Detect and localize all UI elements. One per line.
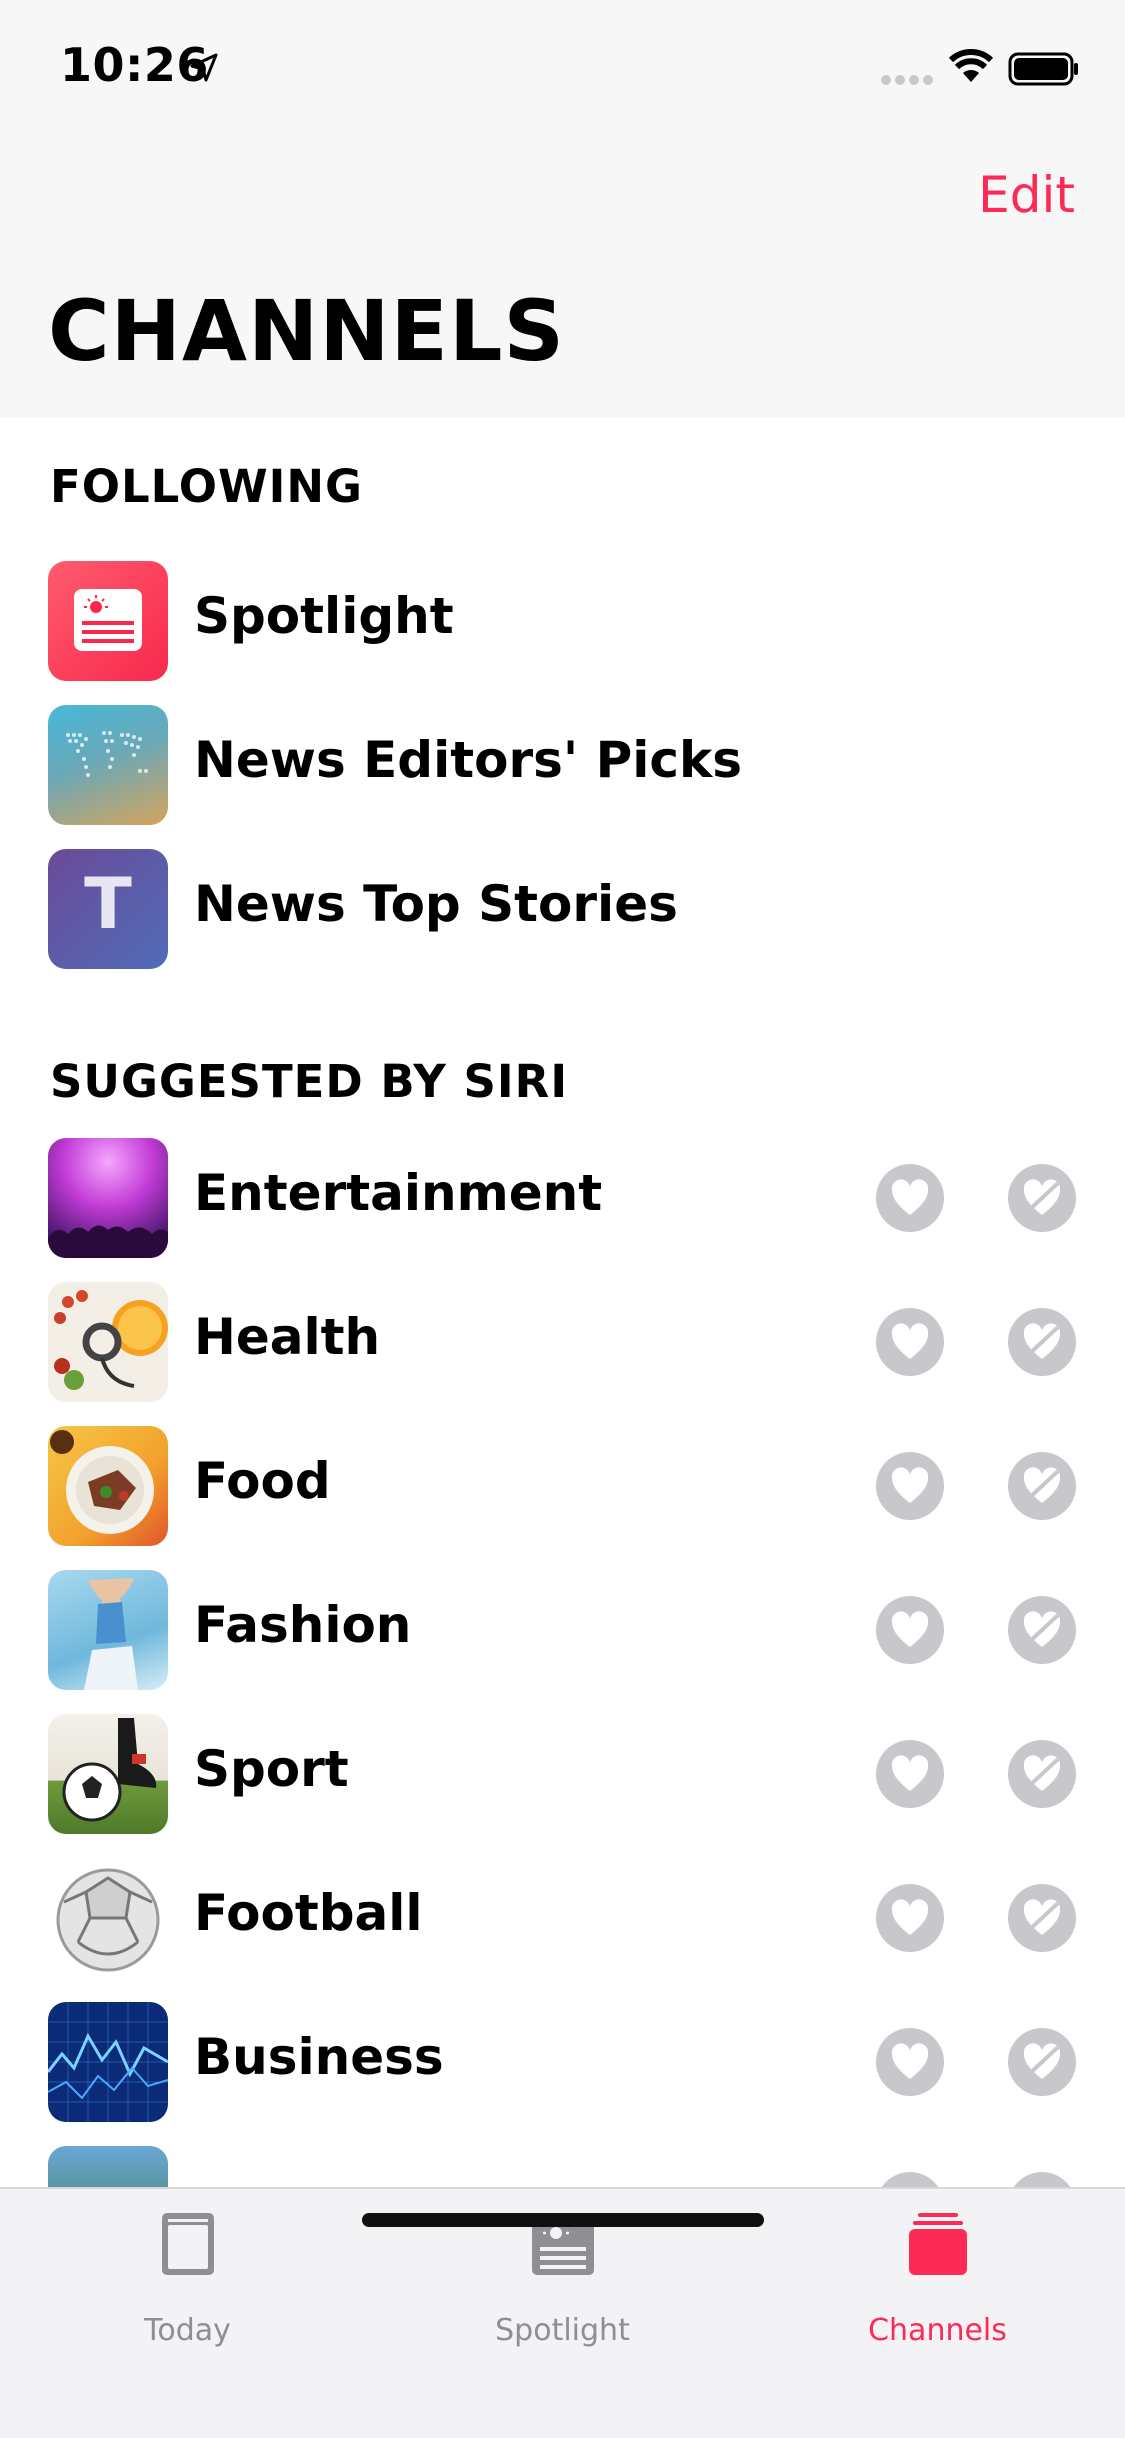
- location-arrow-icon: [190, 53, 218, 82]
- suggested-item-entertainment[interactable]: Entertainment: [0, 1126, 1125, 1270]
- channel-label: Sport: [194, 1740, 349, 1798]
- world-map-icon: [66, 731, 148, 777]
- heart-icon: [891, 1611, 929, 1647]
- sport-thumbnail: [48, 1714, 168, 1834]
- follow-heart-button[interactable]: [876, 1164, 944, 1232]
- channel-label: Entertainment: [194, 1164, 603, 1222]
- block-channel-button[interactable]: [1008, 1884, 1076, 1952]
- broken-heart-icon: [1023, 1755, 1061, 1791]
- status-time: 10:26: [60, 38, 209, 92]
- tab-label: Spotlight: [495, 2313, 630, 2348]
- broken-heart-icon: [1023, 1467, 1061, 1503]
- section-title-following: FOLLOWING: [50, 460, 363, 513]
- block-channel-button[interactable]: [1008, 1452, 1076, 1520]
- tab-today[interactable]: Today: [0, 2189, 375, 2349]
- follow-heart-button[interactable]: [876, 1884, 944, 1952]
- heart-icon: [891, 1323, 929, 1359]
- block-channel-button[interactable]: [1008, 1164, 1076, 1232]
- football-icon: [56, 1868, 160, 1972]
- heart-icon: [891, 1179, 929, 1215]
- following-item-editors-picks[interactable]: News Editors' Picks: [0, 693, 1125, 837]
- suggested-item-business[interactable]: Business: [0, 1990, 1125, 2134]
- follow-heart-button[interactable]: [876, 2028, 944, 2096]
- suggested-item-food[interactable]: Food: [0, 1414, 1125, 1558]
- channel-label: Spotlight: [194, 587, 454, 645]
- football-thumbnail: [48, 1858, 168, 1978]
- fashion-thumbnail: [48, 1570, 168, 1690]
- channel-label: News Top Stories: [194, 875, 678, 933]
- heart-icon: [891, 2043, 929, 2079]
- food-plate-icon: [50, 1430, 154, 1534]
- channel-label: Food: [194, 1452, 331, 1510]
- channel-label: News Editors' Picks: [194, 731, 743, 789]
- cellular-signal-icon: [881, 75, 933, 85]
- heart-icon: [891, 1467, 929, 1503]
- heart-icon: [891, 1755, 929, 1791]
- block-channel-button[interactable]: [1008, 2028, 1076, 2096]
- channel-label: Business: [194, 2028, 444, 2086]
- block-channel-button[interactable]: [1008, 1308, 1076, 1376]
- editors-picks-thumbnail: [48, 705, 168, 825]
- tab-label: Today: [144, 2313, 231, 2348]
- broken-heart-icon: [1023, 2043, 1061, 2079]
- spotlight-icon: [74, 589, 142, 651]
- channels-header: Edit CHANNELS: [0, 132, 1125, 418]
- channel-label: Fashion: [194, 1596, 412, 1654]
- business-thumbnail: [48, 2002, 168, 2122]
- tab-label: Channels: [868, 2313, 1007, 2348]
- page-title: CHANNELS: [48, 282, 565, 380]
- heart-icon: [891, 1899, 929, 1935]
- today-icon: [161, 2213, 214, 2275]
- block-channel-button[interactable]: [1008, 1740, 1076, 1808]
- broken-heart-icon: [1023, 1611, 1061, 1647]
- business-chart-icon: [48, 2002, 168, 2122]
- fashion-figure-icon: [84, 1578, 138, 1690]
- following-item-top-stories[interactable]: T News Top Stories: [0, 837, 1125, 981]
- broken-heart-icon: [1023, 1323, 1061, 1359]
- broken-heart-icon: [1023, 1899, 1061, 1935]
- suggested-item-fashion[interactable]: Fashion: [0, 1558, 1125, 1702]
- follow-heart-button[interactable]: [876, 1740, 944, 1808]
- top-stories-thumbnail: T: [48, 849, 168, 969]
- health-icon: [54, 1290, 168, 1390]
- section-title-suggested: SUGGESTED BY SIRI: [50, 1055, 569, 1108]
- broken-heart-icon: [1023, 1179, 1061, 1215]
- health-thumbnail: [48, 1282, 168, 1402]
- status-bar: 10:26: [0, 0, 1125, 132]
- follow-heart-button[interactable]: [876, 1596, 944, 1664]
- channel-label: Football: [194, 1884, 423, 1942]
- following-item-spotlight[interactable]: Spotlight: [0, 549, 1125, 693]
- soccer-ball-icon: [62, 1718, 157, 1822]
- tab-channels[interactable]: Channels: [750, 2189, 1125, 2349]
- concert-icon: [48, 1225, 168, 1258]
- suggested-item-sport[interactable]: Sport: [0, 1702, 1125, 1846]
- channel-label: Health: [194, 1308, 381, 1366]
- top-stories-letter: T: [84, 863, 132, 945]
- follow-heart-button[interactable]: [876, 1452, 944, 1520]
- suggested-item-football[interactable]: Football: [0, 1846, 1125, 1990]
- channels-icon: [908, 2213, 967, 2275]
- spotlight-thumbnail: [48, 561, 168, 681]
- food-thumbnail: [48, 1426, 168, 1546]
- follow-heart-button[interactable]: [876, 1308, 944, 1376]
- wifi-icon: [948, 49, 994, 82]
- battery-icon: [1008, 52, 1078, 86]
- suggested-item-health[interactable]: Health: [0, 1270, 1125, 1414]
- edit-button[interactable]: Edit: [978, 166, 1075, 224]
- home-indicator[interactable]: [362, 2213, 764, 2227]
- block-channel-button[interactable]: [1008, 1596, 1076, 1664]
- entertainment-thumbnail: [48, 1138, 168, 1258]
